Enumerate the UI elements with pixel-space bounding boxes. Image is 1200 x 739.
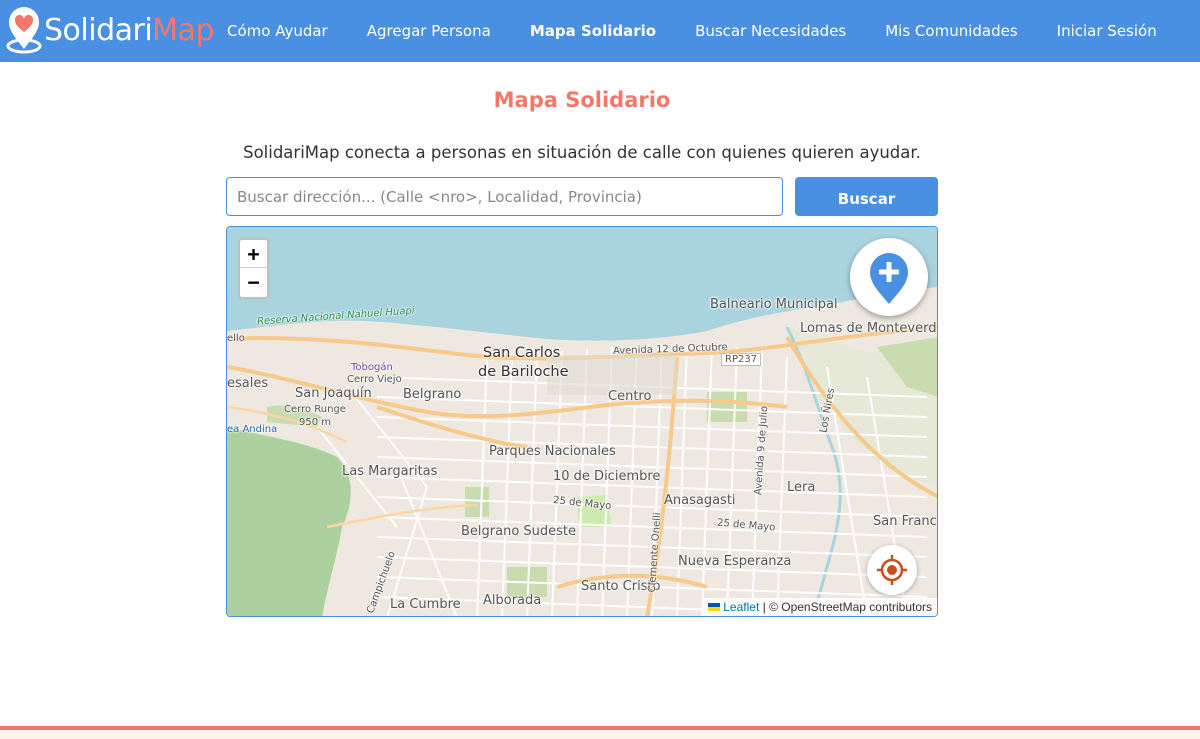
map-attribution: Leaflet | © OpenStreetMap contributors	[702, 598, 937, 616]
heart-pin-icon	[6, 6, 42, 54]
map-label-cerro-runge-alt: 950 m	[299, 417, 332, 428]
map-label-san-joaquin: San Joaquín	[295, 386, 372, 401]
footer	[0, 730, 1200, 739]
osm-link[interactable]: OpenStreetMap contributors	[781, 600, 932, 614]
map-label-sesales: esales	[227, 376, 269, 391]
map-label-ello: ello	[227, 333, 245, 344]
add-location-button[interactable]	[850, 238, 928, 316]
nav-iniciar-sesion[interactable]: Iniciar Sesión	[1057, 22, 1157, 40]
brand-name-part2: Map	[152, 12, 214, 48]
page-subtitle: SolidariMap conecta a personas en situac…	[243, 143, 921, 162]
search-button[interactable]: Buscar	[795, 177, 938, 216]
locate-me-button[interactable]	[867, 545, 917, 595]
map-label-rp237: RP237	[721, 353, 762, 366]
page-title: Mapa Solidario	[493, 88, 671, 112]
brand-name-part1: Solidari	[44, 12, 153, 48]
crosshair-icon	[877, 555, 907, 585]
nav-agregar-persona[interactable]: Agregar Persona	[367, 22, 491, 40]
map-label-lera: Lera	[787, 480, 816, 495]
map-label-bariloche: de Bariloche	[478, 364, 569, 380]
map-label-10-dic: 10 de Diciembre	[553, 469, 661, 484]
map-label-la-cumbre: La Cumbre	[390, 597, 461, 612]
map-label-san-carlos: San Carlos	[483, 345, 561, 361]
nav-mapa-solidario[interactable]: Mapa Solidario	[530, 22, 656, 40]
map-label-cerro-viejo: Cerro Viejo	[347, 374, 402, 385]
map-label-centro: Centro	[608, 389, 652, 404]
map-label-belgrano: Belgrano	[403, 387, 462, 402]
main-nav: Cómo Ayudar Agregar Persona Mapa Solidar…	[208, 0, 1196, 62]
zoom-control: + −	[238, 238, 269, 299]
nav-buscar-necesidades[interactable]: Buscar Necesidades	[695, 22, 846, 40]
add-pin-icon	[870, 253, 908, 304]
map-label-san-franc: San Franc	[873, 514, 937, 529]
brand-logo[interactable]: SolidariMap	[6, 6, 214, 54]
map-label-anasagasti: Anasagasti	[664, 493, 736, 508]
map-label-cerro-runge: Cerro Runge	[284, 404, 346, 415]
zoom-out-button[interactable]: −	[240, 268, 267, 296]
zoom-in-button[interactable]: +	[240, 240, 267, 268]
attribution-separator: | ©	[759, 600, 782, 614]
map-container[interactable]: San Carlos de Bariloche Balneario Munici…	[226, 226, 938, 617]
map-label-parques: Parques Nacionales	[489, 444, 616, 459]
map-label-tobogan: Tobogán	[351, 362, 393, 373]
map-label-las-margaritas: Las Margaritas	[342, 464, 438, 479]
leaflet-link[interactable]: Leaflet	[723, 600, 759, 614]
map-label-nueva-esperanza: Nueva Esperanza	[678, 554, 792, 569]
nav-como-ayudar[interactable]: Cómo Ayudar	[227, 22, 328, 40]
address-search-input[interactable]	[226, 177, 783, 216]
nav-mis-comunidades[interactable]: Mis Comunidades	[885, 22, 1017, 40]
top-navbar: SolidariMap Cómo Ayudar Agregar Persona …	[0, 0, 1200, 62]
map-label-ea-andina: ea Andina	[227, 424, 278, 435]
brand-name: SolidariMap	[44, 13, 214, 48]
map-label-belgrano-sudeste: Belgrano Sudeste	[461, 524, 577, 539]
map-tiles	[227, 227, 937, 616]
ukraine-flag-icon	[708, 603, 721, 611]
map-label-alborada: Alborada	[483, 593, 542, 608]
map-label-lomas: Lomas de Monteverd	[800, 321, 937, 336]
map-label-balneario: Balneario Municipal	[710, 297, 838, 312]
